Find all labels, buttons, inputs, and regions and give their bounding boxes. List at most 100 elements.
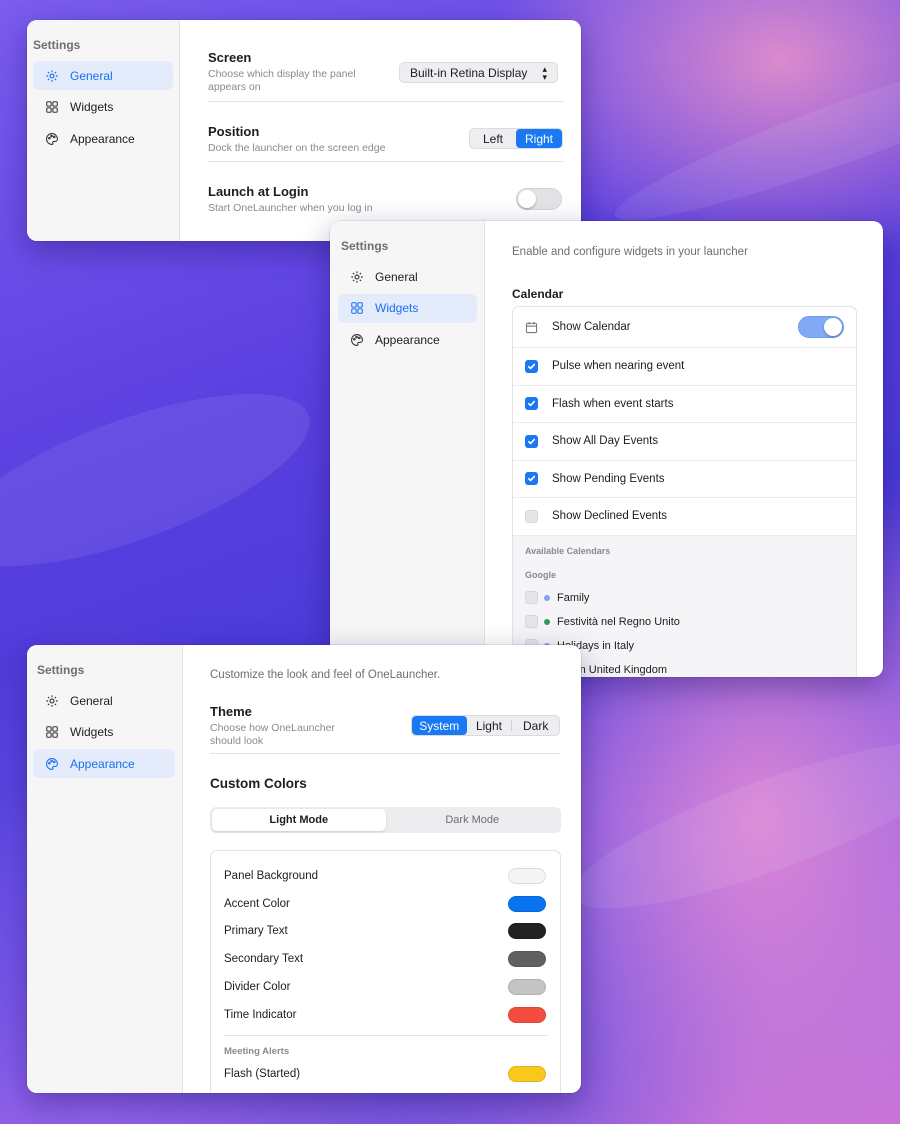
sidebar-item-general[interactable]: General [338, 262, 477, 291]
palette-icon [349, 332, 365, 348]
sidebar-item-appearance[interactable]: Appearance [33, 124, 173, 153]
color-label: Divider Color [224, 981, 291, 994]
calendar-item[interactable]: Festività nel Regno Unito [525, 610, 856, 634]
widget-option-row[interactable]: Show Pending Events [513, 461, 856, 498]
color-row: Secondary Text [211, 945, 560, 973]
palette-icon [44, 131, 60, 147]
color-label: Panel Background [224, 869, 318, 882]
chevron-updown-icon: ▴ ▾ [542, 63, 547, 82]
sidebar-item-label: General [70, 68, 113, 83]
widget-option-row[interactable]: Pulse when nearing event [513, 348, 856, 386]
position-left-option[interactable]: Left [470, 129, 516, 148]
sidebar: Settings General Widgets Appearance [27, 20, 180, 241]
theme-subtitle: Choose how OneLauncher should look [210, 722, 335, 747]
sidebar-item-label: Widgets [375, 301, 419, 315]
general-content: Screen Choose which display the panel ap… [180, 20, 581, 241]
show-calendar-toggle[interactable] [798, 316, 844, 338]
sidebar-item-label: Appearance [375, 332, 440, 347]
tab-dark-mode[interactable]: Dark Mode [386, 809, 560, 831]
screen-subtitle: Choose which display the panel appears o… [208, 68, 356, 93]
widget-option-row[interactable]: Flash when event starts [513, 386, 856, 423]
color-label: Time Indicator [224, 1008, 297, 1021]
toggle-knob [824, 318, 842, 336]
position-title: Position [208, 124, 260, 139]
palette-icon [44, 756, 60, 772]
sidebar-item-label: Appearance [70, 756, 135, 771]
settings-window-widgets: Settings General Widgets Appearance Enab… [330, 221, 883, 677]
screen-select[interactable]: Built-in Retina Display ▴ ▾ [399, 62, 558, 83]
color-swatch[interactable] [508, 867, 546, 884]
widget-option-label: Show Pending Events [552, 472, 665, 485]
color-label: Accent Color [224, 897, 290, 910]
widget-option-label: Show All Day Events [552, 435, 659, 448]
theme-setting: Theme Choose how OneLauncher should look [210, 704, 350, 748]
show-calendar-label: Show Calendar [552, 321, 631, 333]
color-swatch[interactable] [508, 923, 546, 940]
color-swatch[interactable] [508, 951, 546, 968]
sidebar-title: Settings [341, 239, 389, 253]
show-calendar-row: Show Calendar [513, 307, 856, 348]
theme-dark-option[interactable]: Dark [512, 716, 559, 735]
sidebar-item-widgets[interactable]: Widgets [33, 93, 173, 122]
sidebar-item-widgets[interactable]: Widgets [33, 718, 175, 747]
widget-option-label: Flash when event starts [552, 397, 674, 410]
tab-light-mode[interactable]: Light Mode [212, 809, 386, 831]
position-right-option[interactable]: Right [516, 129, 562, 148]
gear-icon [44, 693, 60, 709]
sidebar-item-general[interactable]: General [33, 686, 175, 715]
widgets-content: Enable and configure widgets in your lau… [485, 221, 883, 677]
checkbox[interactable] [525, 434, 538, 448]
widget-option-row[interactable]: Show All Day Events [513, 423, 856, 461]
wallpaper-streak [557, 710, 900, 940]
checkbox[interactable] [525, 472, 538, 486]
color-swatch[interactable] [508, 1065, 546, 1082]
settings-window-appearance: Settings General Widgets Appearance Cust… [27, 645, 581, 1093]
sidebar-item-appearance[interactable]: Appearance [33, 749, 175, 778]
calendar-color-dot [544, 594, 550, 601]
login-title: Launch at Login [208, 184, 309, 199]
sidebar-item-label: General [70, 693, 113, 708]
calendar-item[interactable]: Family [525, 586, 856, 610]
theme-light-option[interactable]: Light [467, 716, 512, 735]
alert-list: Flash (Started) [211, 1060, 560, 1088]
theme-title: Theme [210, 704, 252, 719]
sidebar: Settings General Widgets Appearance [27, 645, 183, 1093]
sidebar: Settings General Widgets Appearance [330, 221, 485, 677]
settings-window-general: Settings General Widgets Appearance Scre… [27, 20, 581, 241]
sidebar-item-widgets[interactable]: Widgets [338, 293, 477, 323]
calendar-name: Family [557, 591, 590, 604]
mode-tabs: Light Mode Dark Mode [210, 807, 561, 833]
widgets-grid-icon [349, 300, 365, 316]
widget-option-row[interactable]: Show Declined Events [513, 498, 856, 536]
checkbox[interactable] [525, 397, 538, 411]
sidebar-item-appearance[interactable]: Appearance [338, 325, 477, 354]
color-row: Panel Background [211, 862, 560, 890]
checkbox[interactable] [525, 615, 538, 628]
color-row: Flash (Started) [211, 1060, 560, 1088]
sidebar-title: Settings [37, 663, 85, 677]
theme-system-option[interactable]: System [412, 716, 467, 735]
color-row: Divider Color [211, 973, 560, 1001]
divider [208, 101, 564, 102]
calendar-section-title: Calendar [512, 287, 564, 301]
calendar-card: Show Calendar Pulse when nearing event Fl… [512, 306, 857, 677]
color-label: Flash (Started) [224, 1067, 301, 1080]
appearance-content: Customize the look and feel of OneLaunch… [183, 645, 581, 1093]
gear-icon [349, 269, 365, 285]
sidebar-item-label: Widgets [70, 100, 114, 114]
checkbox[interactable] [525, 509, 538, 523]
wallpaper-streak [0, 358, 330, 602]
checkbox[interactable] [525, 591, 538, 604]
position-segmented: Left Right [469, 128, 563, 149]
color-swatch[interactable] [508, 895, 546, 912]
checkbox[interactable] [525, 359, 538, 373]
meeting-alerts-heading: Meeting Alerts [224, 1045, 290, 1057]
theme-segmented: System Light Dark [411, 715, 560, 736]
launch-at-login-toggle[interactable] [516, 188, 562, 210]
color-swatch[interactable] [508, 979, 546, 996]
widget-option-label: Pulse when nearing event [552, 360, 685, 373]
sidebar-item-general[interactable]: General [33, 61, 173, 90]
color-swatch[interactable] [508, 1006, 546, 1023]
toggle-knob [518, 190, 536, 208]
widget-option-label: Show Declined Events [552, 510, 668, 523]
